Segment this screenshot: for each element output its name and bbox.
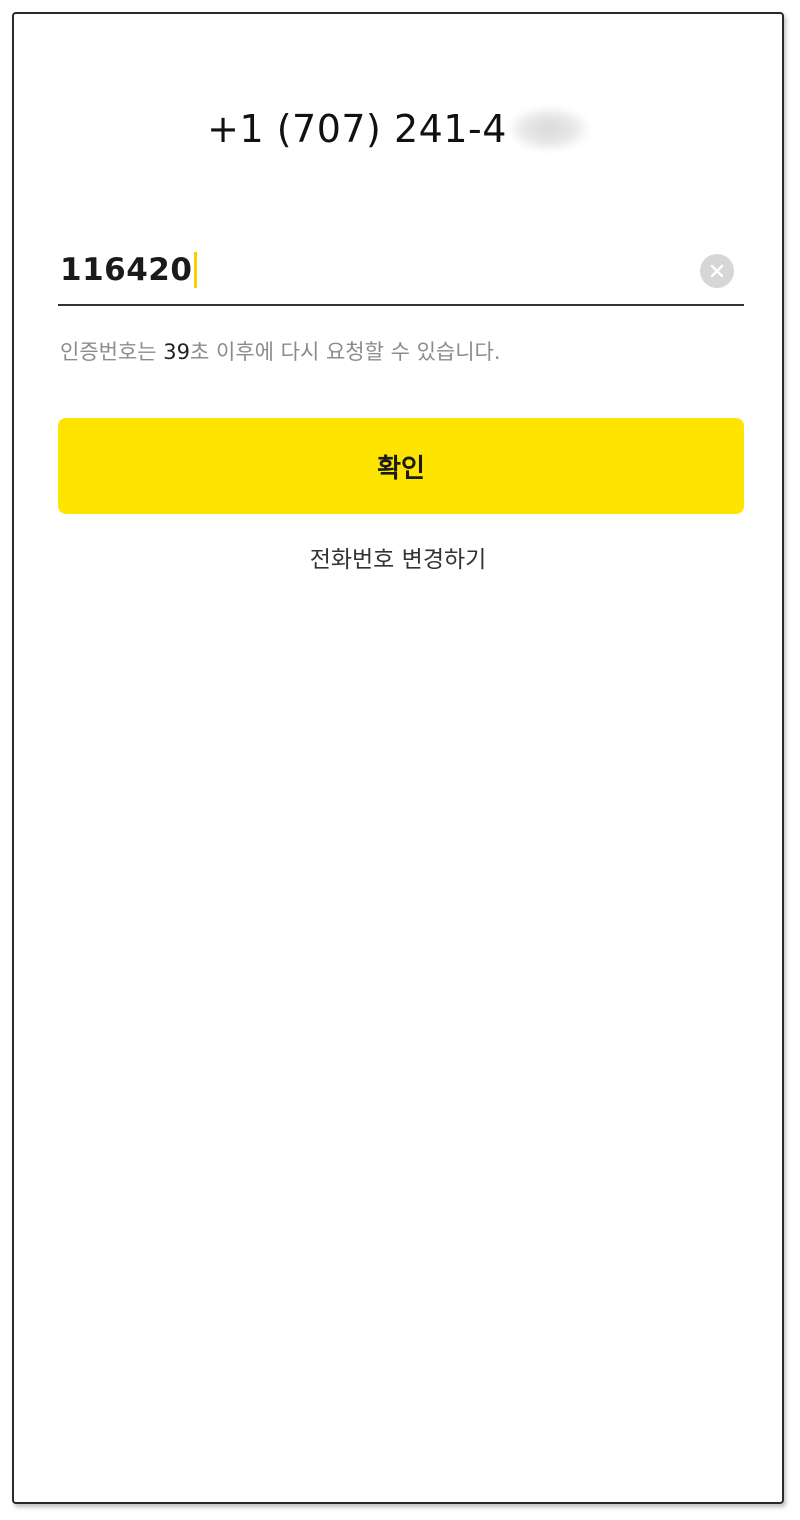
masked-digits [508,106,589,151]
phone-number-text: +1 (707) 241-4 [207,106,507,151]
helper-suffix: 초 이후에 다시 요청할 수 있습니다. [190,340,501,364]
close-icon [710,264,724,278]
confirm-button[interactable]: 확인 [58,418,744,514]
verification-code-value: 116420 [60,252,193,288]
resend-seconds: 39 [163,340,191,364]
helper-prefix: 인증번호는 [60,340,164,364]
phone-number-display: +1 (707) 241-4 [14,104,782,151]
clear-input-button[interactable] [700,254,734,288]
verification-code-input[interactable]: 116420 [60,248,198,292]
resend-helper-text: 인증번호는 39초 이후에 다시 요청할 수 있습니다. [60,336,501,366]
change-phone-link[interactable]: 전화번호 변경하기 [14,540,782,574]
verification-code-field[interactable]: 116420 [58,236,744,306]
text-caret [194,252,198,288]
screen-frame: +1 (707) 241-4 116420 인증번호는 39초 이후에 다시 요… [12,12,784,1504]
